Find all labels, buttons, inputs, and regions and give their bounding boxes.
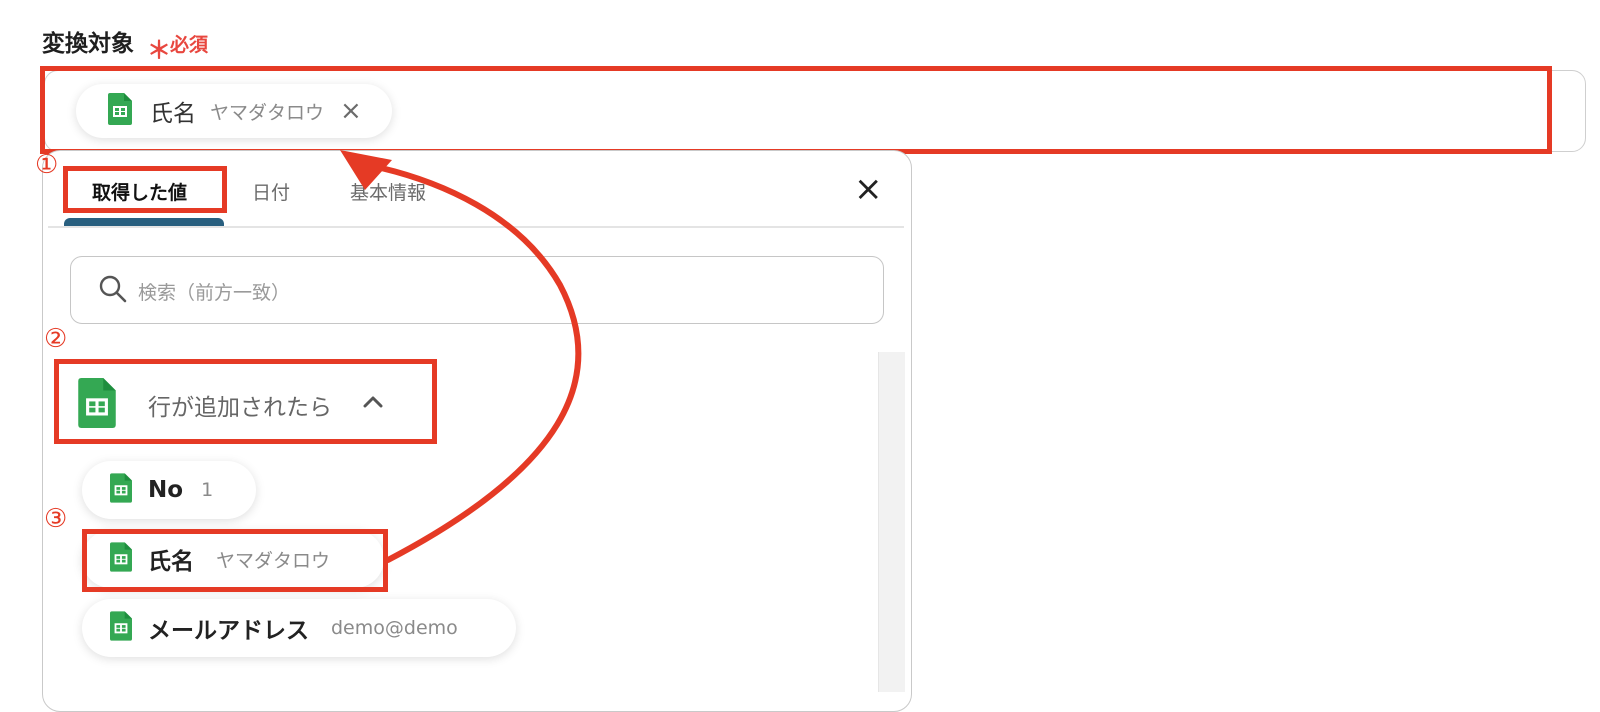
- annotation-arrow: [340, 150, 582, 563]
